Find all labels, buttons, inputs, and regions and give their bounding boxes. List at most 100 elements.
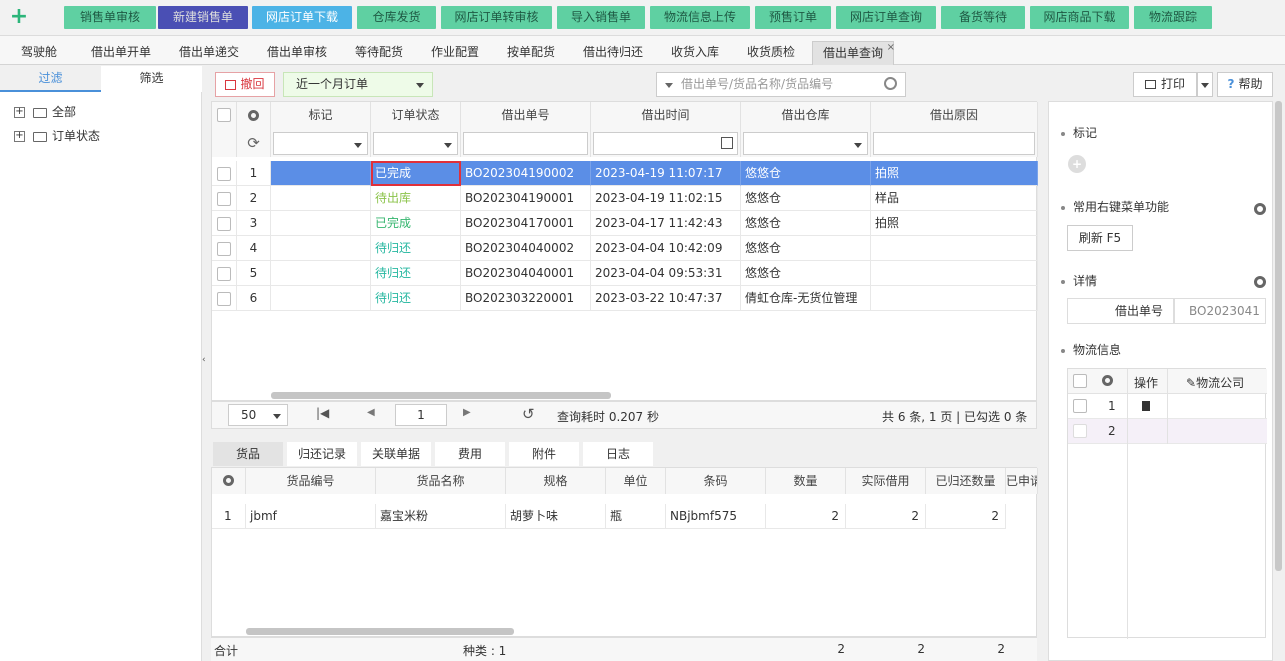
column-header[interactable]: 借出单号 <box>461 102 591 129</box>
tab-log[interactable]: 日志 <box>583 442 653 466</box>
tab-related-docs[interactable]: 关联单据 <box>361 442 431 466</box>
print-button[interactable]: 打印 <box>1133 72 1197 97</box>
tab-select[interactable]: 筛选 <box>101 66 202 92</box>
column-header[interactable]: 货品编号 <box>246 468 376 494</box>
tab-lend-submit[interactable]: 借出单递交 <box>168 41 250 65</box>
toolbar-button[interactable]: 导入销售单 <box>557 6 645 29</box>
tab-goods[interactable]: 货品 <box>213 442 283 466</box>
toolbar-button[interactable]: 仓库发货 <box>357 6 436 29</box>
column-header[interactable]: 标记 <box>271 102 371 129</box>
gear-icon[interactable] <box>223 475 234 486</box>
row-checkbox[interactable] <box>1073 399 1087 413</box>
row-checkbox[interactable] <box>217 267 231 281</box>
table-row[interactable]: 1 已完成 BO202304190002 2023-04-19 11:07:17 悠悠仓… <box>212 161 1038 186</box>
row-checkbox[interactable] <box>217 217 231 231</box>
toolbar-button[interactable]: 物流跟踪 <box>1134 6 1212 29</box>
toolbar-button[interactable]: 网店订单查询 <box>836 6 936 29</box>
tab-work-config[interactable]: 作业配置 <box>420 41 490 65</box>
row-checkbox[interactable] <box>217 167 231 181</box>
tab-receive[interactable]: 收货入库 <box>660 41 730 65</box>
toolbar-button[interactable]: 新建销售单 <box>158 6 248 29</box>
row-checkbox[interactable] <box>217 242 231 256</box>
toolbar-button[interactable]: 物流信息上传 <box>650 6 750 29</box>
tab-lend-create[interactable]: 借出单开单 <box>80 41 162 65</box>
column-header[interactable]: 借出原因 <box>871 102 1038 129</box>
tab-wait-allocate[interactable]: 等待配货 <box>344 41 414 65</box>
filter-time-input[interactable] <box>593 132 738 155</box>
toolbar-button[interactable]: 预售订单 <box>755 6 831 29</box>
row-checkbox[interactable] <box>217 192 231 206</box>
add-icon[interactable]: + <box>6 4 32 30</box>
filter-reason-input[interactable] <box>873 132 1035 155</box>
tab-return-records[interactable]: 归还记录 <box>287 442 357 466</box>
table-row[interactable]: 4 待归还 BO202304040002 2023-04-04 10:42:09 悠悠仓 <box>212 236 1038 261</box>
select-all-checkbox[interactable] <box>217 108 231 122</box>
column-header[interactable]: 规格 <box>506 468 606 494</box>
vertical-scrollbar[interactable] <box>1274 101 1283 661</box>
column-header[interactable]: 已申请 <box>1006 468 1038 494</box>
column-header[interactable]: 条码 <box>666 468 766 494</box>
revoke-button[interactable]: 撤回 <box>215 72 275 97</box>
table-row[interactable]: 5 待归还 BO202304040001 2023-04-04 09:53:31 悠悠仓 <box>212 261 1038 286</box>
print-dropdown[interactable] <box>1197 72 1213 97</box>
refresh-button[interactable]: 刷新 F5 <box>1067 225 1133 251</box>
reload-icon[interactable]: ↺ <box>522 405 535 423</box>
tree-item-status[interactable]: + 订单状态 <box>14 127 100 145</box>
column-header[interactable]: 实际借用 <box>846 468 926 494</box>
tab-fees[interactable]: 费用 <box>435 442 505 466</box>
scroll-thumb[interactable] <box>1275 101 1282 571</box>
calendar-icon[interactable] <box>721 137 733 149</box>
add-mark-icon[interactable]: + <box>1068 155 1086 173</box>
next-page-icon[interactable]: ▶ <box>463 407 471 418</box>
toolbar-button[interactable]: 网店商品下载 <box>1030 6 1129 29</box>
tab-cockpit[interactable]: 驾驶舱 <box>8 41 70 65</box>
tab-filter[interactable]: 过滤 <box>0 66 101 92</box>
column-header[interactable]: 货品名称 <box>376 468 506 494</box>
gear-icon[interactable] <box>248 110 259 121</box>
tree-item-all[interactable]: + 全部 <box>14 103 76 121</box>
refresh-icon[interactable]: ⟳ <box>237 129 271 157</box>
gear-icon[interactable] <box>1254 203 1266 215</box>
row-checkbox[interactable] <box>217 292 231 306</box>
filter-warehouse-select[interactable] <box>743 132 868 155</box>
horizontal-scrollbar[interactable] <box>271 392 611 399</box>
column-header[interactable]: 借出仓库 <box>741 102 871 129</box>
column-header[interactable]: 订单状态 <box>371 102 461 129</box>
toolbar-button[interactable]: 备货等待 <box>941 6 1025 29</box>
period-select[interactable]: 近一个月订单 <box>283 72 433 97</box>
table-row[interactable]: 3 已完成 BO202304170001 2023-04-17 11:42:43 悠悠仓… <box>212 211 1038 236</box>
prev-page-icon[interactable]: ◀ <box>367 407 375 418</box>
tab-qc[interactable]: 收货质检 <box>736 41 806 65</box>
tab-attachments[interactable]: 附件 <box>509 442 579 466</box>
column-header[interactable]: 数量 <box>766 468 846 494</box>
table-row[interactable]: 1 jbmf 嘉宝米粉 胡萝卜味 瓶 NBjbmf575 2 2 2 <box>212 504 1038 529</box>
page-input[interactable]: 1 <box>395 404 447 426</box>
filter-status-select[interactable] <box>373 132 458 155</box>
select-all-checkbox[interactable] <box>1073 374 1087 388</box>
column-header[interactable]: 已归还数量 <box>926 468 1006 494</box>
first-page-icon[interactable]: |◀ <box>316 406 329 420</box>
tab-wait-return[interactable]: 借出待归还 <box>572 41 654 65</box>
expand-icon[interactable]: + <box>14 107 25 118</box>
row-checkbox[interactable] <box>1073 424 1087 438</box>
column-header[interactable]: 借出时间 <box>591 102 741 129</box>
toolbar-button[interactable]: 网店订单转审核 <box>441 6 552 29</box>
table-row[interactable]: 6 待归还 BO202303220001 2023-03-22 10:47:37 倩虹仓… <box>212 286 1038 311</box>
gear-icon[interactable] <box>1254 276 1266 288</box>
trash-icon[interactable] <box>1142 401 1150 411</box>
column-header[interactable]: 单位 <box>606 468 666 494</box>
tab-lend-query[interactable]: 借出单查询 × <box>812 41 895 65</box>
tab-lend-review[interactable]: 借出单审核 <box>256 41 338 65</box>
page-size-select[interactable]: 50 <box>228 404 288 426</box>
close-icon[interactable]: × <box>887 37 895 59</box>
search-input[interactable]: 借出单号/货品名称/货品编号 <box>656 72 906 97</box>
horizontal-scrollbar[interactable] <box>246 628 514 635</box>
filter-mark-select[interactable] <box>273 132 368 155</box>
search-icon[interactable] <box>884 77 897 90</box>
help-button[interactable]: ? 帮助 <box>1217 72 1273 97</box>
table-row[interactable]: 2 待出库 BO202304190001 2023-04-19 11:02:15 悠悠仓… <box>212 186 1038 211</box>
gear-icon[interactable] <box>1102 375 1113 386</box>
tab-order-allocate[interactable]: 按单配货 <box>496 41 566 65</box>
toolbar-button[interactable]: 销售单审核 <box>64 6 156 29</box>
filter-order-input[interactable] <box>463 132 588 155</box>
